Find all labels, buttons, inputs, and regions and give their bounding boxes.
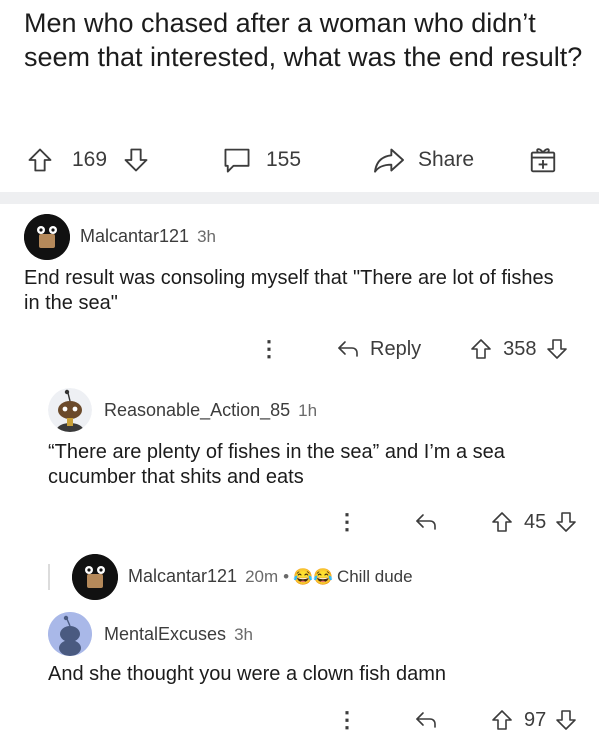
comment-actions: ⋮ Reply 358 (258, 334, 569, 364)
downvote-button[interactable] (545, 337, 569, 361)
snoo-avatar-icon (48, 388, 92, 432)
reply-button[interactable] (414, 709, 438, 731)
comment-header: MentalExcuses 3h (104, 624, 253, 645)
upvote-button[interactable] (469, 337, 493, 361)
emoji-laughing: 😂😂 (293, 569, 333, 586)
comment-actions: ⋮ 97 (336, 706, 578, 734)
comment-username[interactable]: Reasonable_Action_85 (104, 400, 290, 421)
meta-separator: • (283, 567, 290, 586)
downvote-icon (556, 512, 577, 532)
comment-header: Reasonable_Action_85 1h (104, 400, 317, 421)
upvote-button[interactable] (490, 708, 514, 732)
post-title: Men who chased after a woman who didn’t … (24, 8, 583, 72)
post-upvote-button[interactable] (26, 138, 54, 182)
reply-button[interactable]: Reply (336, 338, 421, 361)
more-options-icon[interactable]: ⋮ (336, 709, 358, 731)
comment-header: Malcantar121 3h (80, 226, 216, 247)
comment-time: 1h (298, 401, 318, 420)
downvote-icon (546, 339, 567, 359)
upvote-icon (492, 512, 512, 532)
comment-username[interactable]: Malcantar121 (128, 566, 237, 587)
upvote-icon (471, 339, 491, 359)
comment-time: 20m (245, 567, 279, 586)
avatar[interactable] (48, 388, 92, 432)
reply-icon (338, 341, 358, 357)
reply-button[interactable] (414, 511, 438, 533)
post-action-bar: 169 155 Share (0, 138, 599, 182)
upvote-icon (492, 710, 512, 730)
avatar-icon (24, 214, 70, 260)
avatar[interactable] (24, 214, 70, 260)
comment-icon (224, 148, 250, 173)
post-downvote-button[interactable] (122, 138, 150, 182)
thread-line (48, 564, 50, 590)
more-options-icon[interactable]: ⋮ (336, 511, 358, 533)
comment-header: Malcantar121 20m • 😂😂 Chill dude (128, 566, 413, 587)
share-label: Share (418, 148, 475, 171)
comment-body: And she thought you were a clown fish da… (48, 663, 447, 685)
comment-actions: ⋮ 45 (336, 508, 578, 536)
comment-username[interactable]: MentalExcuses (104, 624, 226, 645)
reply-icon (416, 712, 436, 728)
post-share-button[interactable]: Share (372, 138, 474, 182)
post-vote-count: 169 (72, 148, 108, 171)
snoo-avatar-icon (48, 612, 92, 656)
comment-username[interactable]: Malcantar121 (80, 226, 189, 247)
upvote-button[interactable] (490, 510, 514, 534)
vote-count: 45 (524, 510, 547, 533)
post-comments-button[interactable]: 155 (222, 138, 301, 182)
downvote-button[interactable] (554, 510, 578, 534)
vote-count: 97 (524, 708, 547, 731)
post-award-button[interactable] (528, 138, 558, 182)
downvote-button[interactable] (554, 708, 578, 732)
upvote-icon (28, 148, 52, 172)
section-divider (0, 192, 599, 204)
avatar[interactable] (48, 612, 92, 656)
award-icon (530, 148, 556, 173)
comment-preview-text: Chill dude (336, 567, 413, 586)
reply-icon (416, 514, 436, 530)
avatar-icon (72, 554, 118, 600)
reply-label: Reply (370, 337, 422, 360)
vote-count: 358 (503, 337, 537, 360)
comment-body: “There are plenty of fishes in the sea” … (48, 441, 505, 488)
avatar[interactable] (72, 554, 118, 600)
comment-time: 3h (197, 227, 216, 246)
comment-time: 3h (234, 625, 253, 644)
downvote-icon (124, 148, 148, 172)
more-options-icon[interactable]: ⋮ (258, 338, 280, 360)
downvote-icon (556, 710, 577, 730)
share-icon (374, 148, 404, 173)
comment-body: End result was consoling myself that "Th… (24, 267, 554, 314)
post-comment-count: 155 (266, 148, 302, 171)
